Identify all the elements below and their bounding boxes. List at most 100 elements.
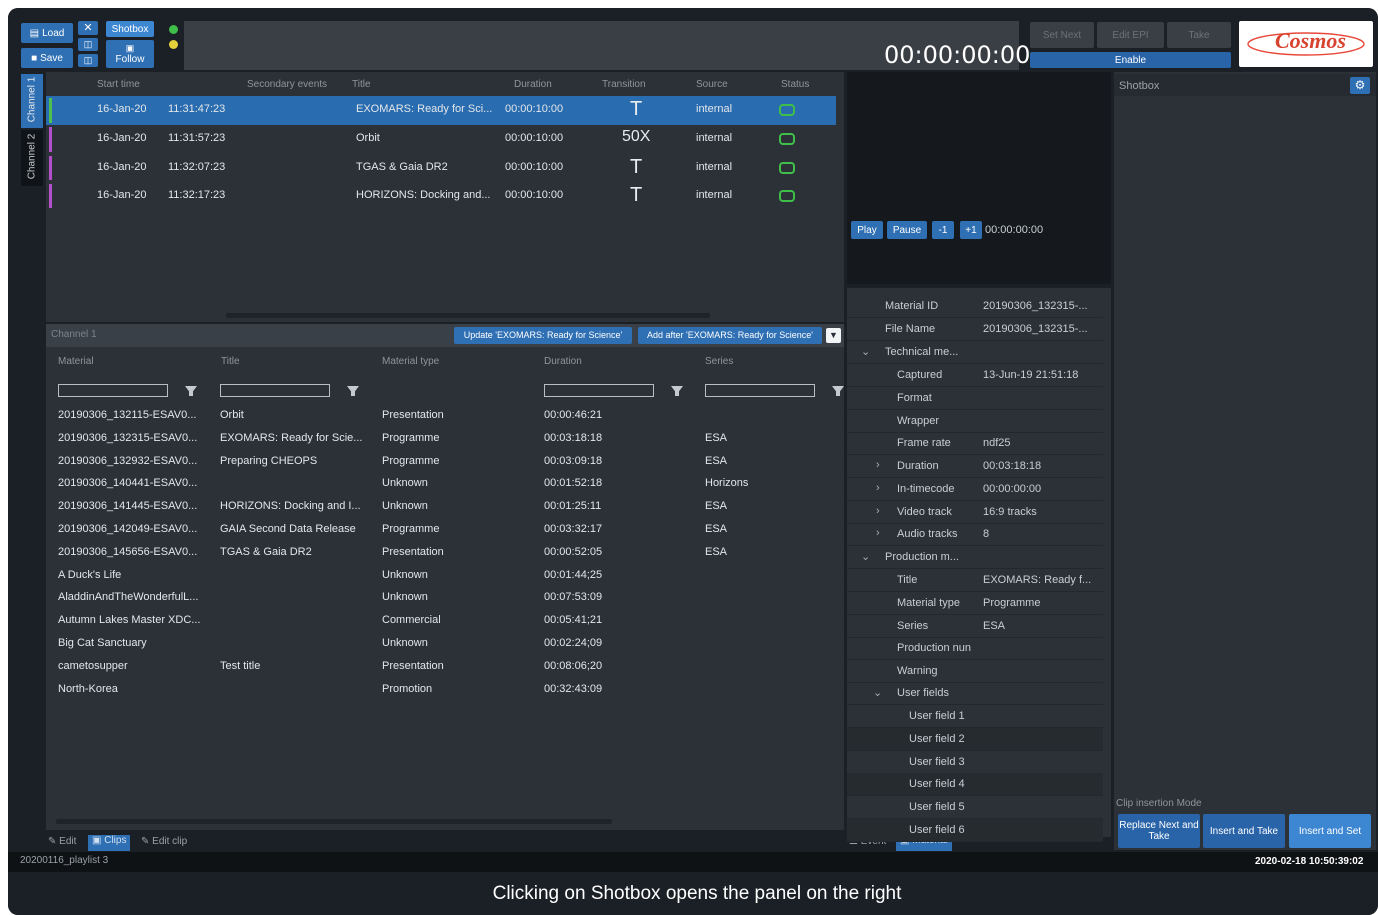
shotbox-title: Shotbox	[1119, 80, 1160, 92]
material-row[interactable]: 20190306_132932-ESAV0... Preparing CHEOPS…	[56, 451, 848, 474]
insert-take-button[interactable]: Insert and Take	[1203, 814, 1285, 848]
property-row[interactable]: ⌄ Production m...	[847, 546, 1103, 569]
material-row[interactable]: 20190306_145656-ESAV0... TGAS & Gaia DR2 P…	[56, 542, 848, 565]
update-event-button[interactable]: Update 'EXOMARS: Ready for Science'	[454, 327, 632, 344]
cell-material-type: Presentation	[382, 409, 444, 421]
property-value: 13-Jun-19 21:51:18	[983, 369, 1079, 381]
status-ok-icon	[779, 104, 795, 116]
transition-cut-icon: T	[630, 156, 643, 178]
transition-cut-icon: T	[630, 184, 643, 206]
col-material-type: Material type	[382, 356, 440, 367]
property-row[interactable]: ⌄ Technical me...	[847, 341, 1103, 364]
cell-material: 20190306_145656-ESAV0...	[58, 545, 198, 558]
enable-button[interactable]: Enable	[1030, 52, 1231, 68]
materials-scrollbar[interactable]	[56, 819, 612, 824]
shotbox-button[interactable]: Shotbox	[106, 21, 154, 37]
filter-icon[interactable]	[347, 386, 359, 396]
play-button[interactable]: Play	[851, 221, 883, 239]
playlist-row[interactable]: 16-Jan-20 11:32:17:23 HORIZONS: Docking …	[46, 182, 836, 210]
material-row[interactable]: 20190306_140441-ESAV0... Unknown 00:01:52:…	[56, 473, 848, 496]
load-button[interactable]: ▤ Load	[21, 23, 73, 43]
load-label: Load	[42, 27, 65, 39]
property-row: Title EXOMARS: Ready f...	[847, 569, 1103, 592]
col-series: Series	[705, 356, 734, 367]
playlist-row[interactable]: 16-Jan-20 11:31:57:23 Orbit 00:00:10:00 …	[46, 125, 836, 154]
material-row[interactable]: AladdinAndTheWonderfulL... Unknown 00:07:5…	[56, 587, 848, 610]
title-filter-input[interactable]	[220, 384, 330, 397]
chevron-right-icon[interactable]: ›	[876, 505, 880, 517]
take-button[interactable]: Take	[1167, 22, 1231, 48]
property-row: User field 4	[847, 773, 1103, 796]
material-row[interactable]: 20190306_141445-ESAV0... HORIZONS: Dockin…	[56, 496, 848, 519]
chevron-right-icon[interactable]: ›	[876, 527, 880, 539]
gear-icon[interactable]: ⚙	[1350, 77, 1370, 94]
cell-duration: 00:03:18:18	[544, 431, 603, 444]
tab-edit[interactable]: ✎ Edit	[48, 836, 76, 850]
filter-icon[interactable]	[832, 386, 844, 396]
folder-icon: ▤	[29, 27, 40, 39]
material-row[interactable]: A Duck's Life Unknown 00:01:44;25	[56, 565, 848, 588]
chevron-right-icon[interactable]: ›	[876, 482, 880, 494]
cell-duration: 00:00:46:21	[544, 409, 603, 421]
cell-duration: 00:02:24;09	[544, 637, 603, 649]
copy-icon[interactable]: ◫	[78, 38, 98, 51]
property-row[interactable]: › Duration 00:03:18:18	[847, 455, 1103, 478]
tab-channel-2[interactable]: Channel 2	[21, 130, 43, 186]
property-row[interactable]: ⌄ User fields	[847, 682, 1103, 705]
set-next-button[interactable]: Set Next	[1030, 22, 1094, 48]
pause-button[interactable]: Pause	[887, 221, 927, 239]
material-row[interactable]: North-Korea Promotion 00:32:43:09	[56, 679, 848, 702]
cell-material-type: Unknown	[382, 500, 428, 513]
main-timecode: 00:00:00:00	[884, 41, 1031, 69]
cell-material-type: Unknown	[382, 477, 428, 490]
row-date: 16-Jan-20	[97, 161, 147, 173]
property-row[interactable]: › In-timecode 00:00:00:00	[847, 478, 1103, 501]
playlist-scrollbar[interactable]	[226, 313, 710, 318]
col-title: Title	[221, 356, 240, 367]
property-row[interactable]: › Video track 16:9 tracks	[847, 501, 1103, 524]
property-key: Technical me...	[885, 346, 959, 358]
material-row[interactable]: Big Cat Sanctuary Unknown 00:02:24;09	[56, 633, 848, 656]
tab-channel-1[interactable]: Channel 1	[21, 74, 43, 128]
property-row[interactable]: › Audio tracks 8	[847, 523, 1103, 546]
chevron-right-icon[interactable]: ›	[876, 459, 880, 471]
duration-filter-input[interactable]	[544, 384, 654, 397]
materials-channel-label: Channel 1	[51, 329, 97, 340]
series-filter-input[interactable]	[705, 384, 815, 397]
paste-icon[interactable]: ◫	[78, 54, 98, 67]
row-date: 16-Jan-20	[97, 189, 147, 201]
save-label: Save	[40, 52, 63, 64]
chevron-down-icon[interactable]: ⌄	[861, 550, 870, 563]
chevron-down-icon[interactable]: ⌄	[873, 686, 882, 699]
chevron-down-icon[interactable]: ▼	[826, 328, 841, 343]
property-key: User field 1	[909, 710, 965, 722]
replace-next-take-button[interactable]: Replace Next and Take	[1118, 814, 1200, 848]
material-row[interactable]: 20190306_142049-ESAV0... GAIA Second Data…	[56, 519, 848, 542]
tab-edit-clip[interactable]: ✎ Edit clip	[141, 836, 187, 850]
material-row[interactable]: 20190306_132115-ESAV0... Orbit Presentatio…	[56, 405, 848, 428]
step-back-button[interactable]: -1	[932, 221, 954, 239]
material-row[interactable]: cametosupper Test title Presentation 00:08:…	[56, 656, 848, 679]
step-forward-button[interactable]: +1	[960, 221, 982, 239]
close-icon[interactable]: ✕	[78, 21, 98, 35]
property-row: Material ID 20190306_132315-...	[847, 295, 1103, 318]
tab-clips[interactable]: ▣ Clips	[88, 835, 131, 851]
material-row[interactable]: Autumn Lakes Master XDC... Commercial 00:0…	[56, 610, 848, 633]
playlist-row[interactable]: 16-Jan-20 11:31:47:23 EXOMARS: Ready for…	[46, 96, 836, 125]
insert-set-button[interactable]: Insert and Set	[1289, 814, 1371, 848]
playlist-row[interactable]: 16-Jan-20 11:32:07:23 TGAS & Gaia DR2 00…	[46, 154, 836, 182]
save-button[interactable]: ■ Save	[21, 48, 73, 68]
row-title: TGAS & Gaia DR2	[356, 161, 448, 173]
chevron-down-icon[interactable]: ⌄	[861, 345, 870, 358]
tab-channel-1-label: Channel 1	[26, 76, 38, 123]
material-filter-input[interactable]	[58, 384, 168, 397]
add-after-button[interactable]: Add after 'EXOMARS: Ready for Science'	[638, 327, 822, 344]
material-row[interactable]: 20190306_132315-ESAV0... EXOMARS: Ready f…	[56, 428, 848, 451]
property-key: User field 3	[909, 756, 965, 768]
materials-header: Material Title Material type Duration Se…	[56, 354, 848, 372]
edit-epi-button[interactable]: Edit EPI	[1097, 22, 1164, 48]
follow-button[interactable]: ▣ Follow	[106, 40, 154, 68]
filter-icon[interactable]	[185, 386, 197, 396]
filter-icon[interactable]	[671, 386, 683, 396]
status-dot-green	[169, 25, 178, 34]
